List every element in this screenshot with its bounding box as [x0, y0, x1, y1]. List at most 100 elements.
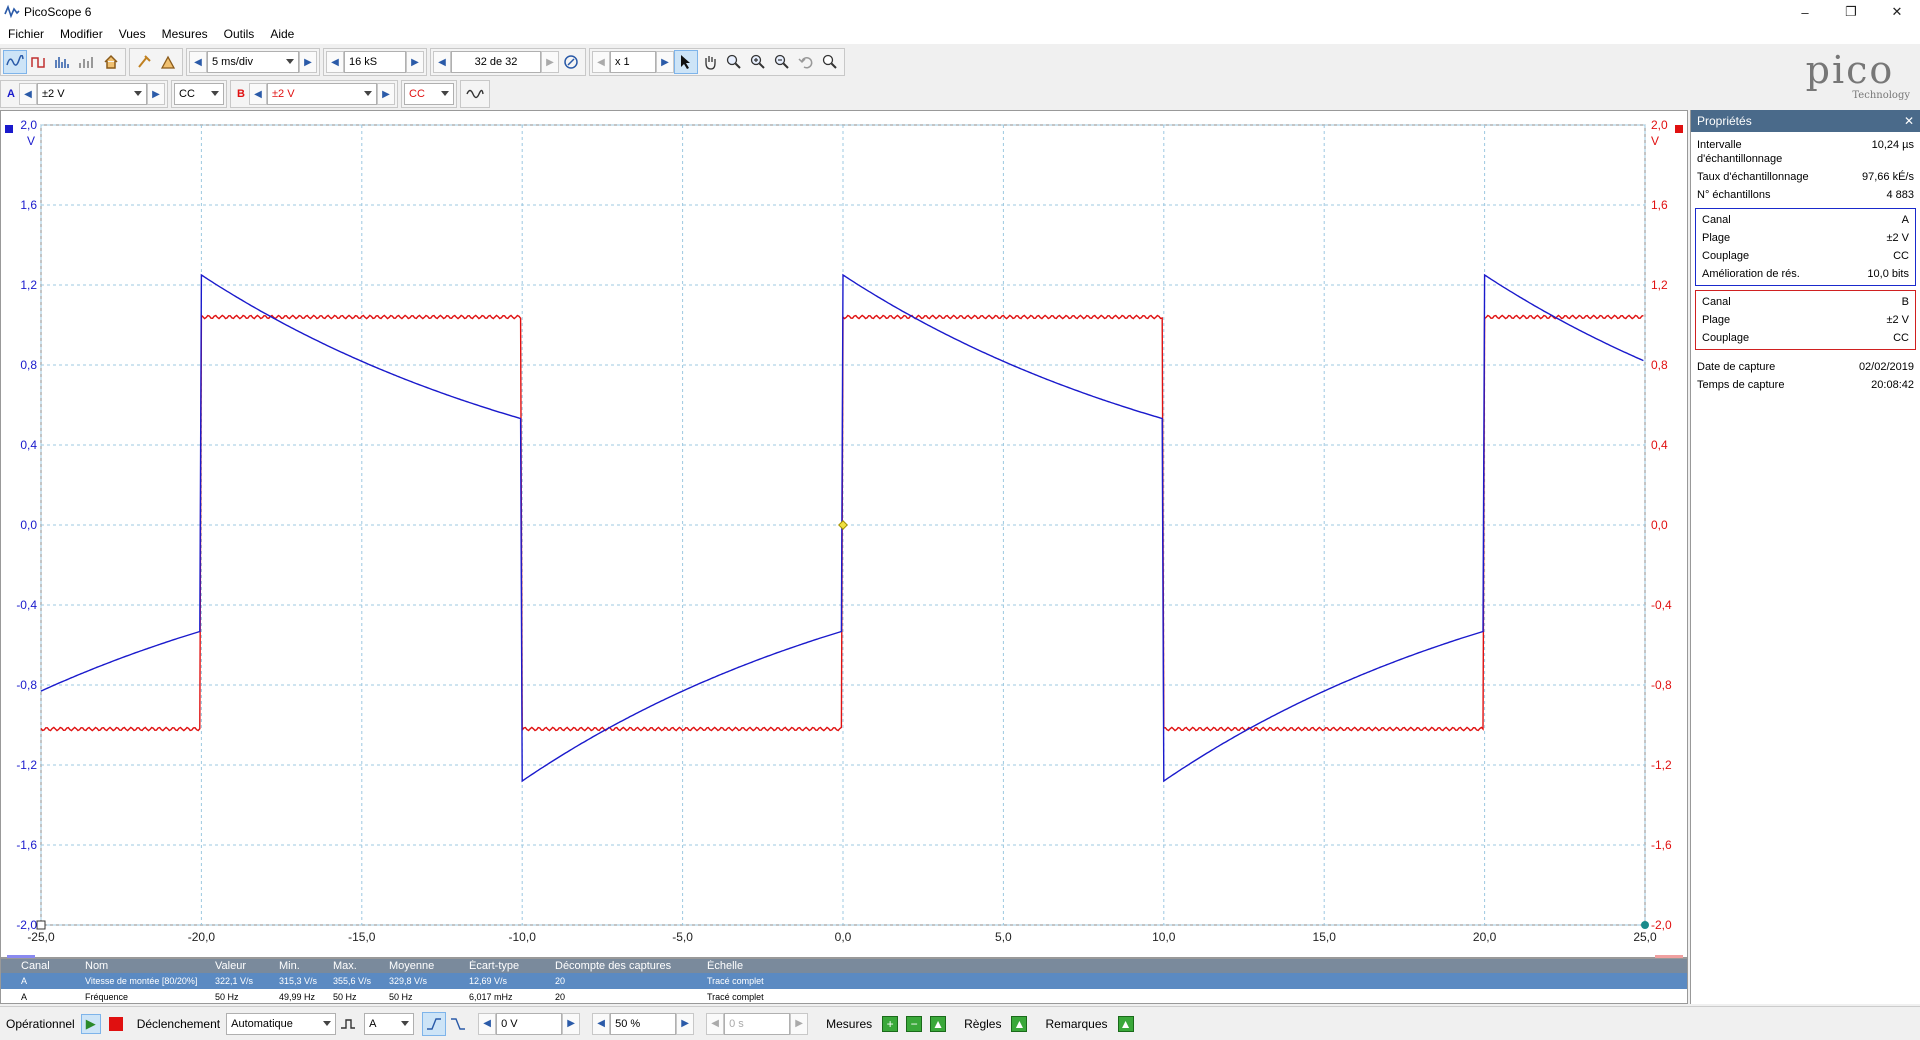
samples-field[interactable]: 16 kS [344, 51, 406, 73]
add-measurement-icon[interactable]: + [882, 1015, 899, 1032]
prop-row: Couplage CC [1702, 250, 1909, 262]
timebase-select[interactable]: 5 ms/div [207, 51, 299, 73]
prop-row: Intervalle d'échantillonnage 10,24 µs [1697, 139, 1914, 165]
notes-icon[interactable]: ▲ [1117, 1015, 1134, 1032]
auto-setup-icon[interactable] [156, 50, 180, 74]
menu-modifier[interactable]: Modifier [52, 27, 111, 41]
chevron-down-icon [323, 1020, 332, 1026]
y-tick-label-right: -2,0 [1651, 918, 1672, 932]
pretrigger-next-button[interactable]: ▶ [676, 1012, 695, 1035]
menu-fichier[interactable]: Fichier [0, 27, 52, 41]
channel-a-range-prev[interactable]: ◀ [19, 83, 37, 105]
hand-tool-icon[interactable] [698, 50, 722, 74]
channel-a-group: A ◀ ±2 V ▶ [0, 80, 168, 108]
menu-vues[interactable]: Vues [111, 27, 154, 41]
signal-generator-icon[interactable] [463, 82, 487, 106]
trigger-mode-select[interactable]: Automatique [226, 1012, 337, 1035]
menu-outils[interactable]: Outils [216, 27, 263, 41]
samples-group: ◀ 16 kS ▶ [323, 48, 427, 76]
stop-icon[interactable] [108, 1016, 123, 1031]
timebase-prev-button[interactable]: ◀ [189, 51, 207, 73]
buffer-overview-icon[interactable] [559, 50, 583, 74]
restore-button[interactable]: ❐ [1828, 0, 1874, 24]
zoom-out-icon[interactable] [770, 50, 794, 74]
status-bar: Opérationnel ▶ Déclenchement Automatique… [0, 1006, 1920, 1040]
x-tick-label: 0,0 [835, 930, 852, 944]
close-button[interactable]: ✕ [1874, 0, 1920, 24]
menu-aide[interactable]: Aide [262, 27, 302, 41]
channel-a-coupling-select[interactable]: CC [174, 83, 224, 105]
x-tick-label: -15,0 [348, 930, 376, 944]
remove-measurement-icon[interactable]: − [906, 1015, 923, 1032]
pretrigger-prev-button[interactable]: ◀ [592, 1012, 611, 1035]
advanced-trigger-icon[interactable] [336, 1012, 360, 1036]
channel-a-label[interactable]: A [3, 83, 19, 105]
mode-group [0, 48, 126, 76]
channel-b-label[interactable]: B [233, 83, 249, 105]
channel-b-range-next[interactable]: ▶ [377, 83, 395, 105]
probe-icon[interactable] [132, 50, 156, 74]
channel-a-range-next[interactable]: ▶ [147, 83, 165, 105]
y-tick-label-right: -0,8 [1651, 678, 1672, 692]
oscilloscope-chart[interactable]: -25,0 -20,0 -15,0 -10,0 -5,0 0,0 5,0 10,0 15,0 20… [1, 111, 1689, 959]
play-icon[interactable]: ▶ [80, 1013, 101, 1034]
channel-a-properties: Canal A Plage ±2 V Couplage CC Amélioration… [1695, 208, 1916, 286]
trigger-channel-select[interactable]: A [364, 1012, 415, 1035]
persistence-mode-icon[interactable] [27, 50, 51, 74]
y-tick-label-left: -1,6 [16, 838, 37, 852]
minimize-button[interactable]: – [1782, 0, 1828, 24]
trigger-channel-value: A [369, 1017, 377, 1030]
home-icon[interactable] [99, 50, 123, 74]
x-tick-label: -10,0 [509, 930, 537, 944]
channel-a-range-select[interactable]: ±2 V [37, 83, 147, 105]
samples-prev-button[interactable]: ◀ [326, 51, 344, 73]
delay-field[interactable]: 0 s [724, 1012, 791, 1035]
threshold-prev-button[interactable]: ◀ [478, 1012, 497, 1035]
spectrum-mode-icon[interactable] [51, 50, 75, 74]
zoom-group: ◀ x 1 ▶ [589, 48, 845, 76]
table-row[interactable]: A Fréquence 50 Hz 49,99 Hz 50 Hz 50 Hz 6… [1, 989, 1687, 1005]
channel-b-range-prev[interactable]: ◀ [249, 83, 267, 105]
menu-mesures[interactable]: Mesures [154, 27, 216, 41]
falling-edge-icon[interactable] [446, 1012, 470, 1036]
capture-next-button[interactable]: ▶ [541, 51, 559, 73]
pretrigger-field[interactable]: 50 % [610, 1012, 677, 1035]
rules-icon[interactable]: ▲ [1011, 1015, 1028, 1032]
channel-a-coupling-group: CC [171, 80, 227, 108]
samples-next-button[interactable]: ▶ [406, 51, 424, 73]
undo-zoom-icon[interactable] [794, 50, 818, 74]
properties-close-icon[interactable]: ✕ [1904, 114, 1914, 128]
timebase-next-button[interactable]: ▶ [299, 51, 317, 73]
zoom-overview-icon[interactable] [818, 50, 842, 74]
bar-chart-icon[interactable] [75, 50, 99, 74]
zoom-field[interactable]: x 1 [610, 51, 656, 73]
ruler-handle [1641, 921, 1649, 929]
rising-edge-icon[interactable] [422, 1011, 447, 1036]
prop-row: N° échantillons 4 883 [1697, 189, 1914, 201]
signal-generator-group [460, 80, 490, 108]
capture-index-field[interactable]: 32 de 32 [451, 51, 541, 73]
scope-view[interactable]: -25,0 -20,0 -15,0 -10,0 -5,0 0,0 5,0 10,0 15,0 20… [0, 110, 1689, 959]
channel-b-coupling-select[interactable]: CC [404, 83, 454, 105]
pointer-tool-icon[interactable] [674, 50, 698, 74]
channel-b-range-select[interactable]: ±2 V [267, 83, 377, 105]
zoom-in-icon[interactable] [746, 50, 770, 74]
threshold-next-button[interactable]: ▶ [562, 1012, 581, 1035]
x-tick-label: 10,0 [1152, 930, 1176, 944]
zoom-box-icon[interactable] [722, 50, 746, 74]
threshold-field[interactable]: 0 V [496, 1012, 563, 1035]
zoom-prev-button[interactable]: ◀ [592, 51, 610, 73]
prop-row: Taux d'échantillonnage 97,66 kÉ/s [1697, 171, 1914, 183]
delay-prev-button[interactable]: ◀ [706, 1012, 725, 1035]
scope-mode-icon[interactable] [3, 50, 27, 74]
table-row[interactable]: A Vitesse de montée [80/20%] 322,1 V/s 3… [1, 973, 1687, 989]
window-title: PicoScope 6 [24, 5, 92, 19]
properties-general: Intervalle d'échantillonnage 10,24 µs Tau… [1691, 132, 1920, 204]
y-tick-label-right: -0,4 [1651, 598, 1672, 612]
edit-measurement-icon[interactable]: ▲ [930, 1015, 947, 1032]
delay-next-button[interactable]: ▶ [790, 1012, 809, 1035]
notes-label: Remarques [1045, 1016, 1108, 1031]
capture-prev-button[interactable]: ◀ [433, 51, 451, 73]
zoom-next-button[interactable]: ▶ [656, 51, 674, 73]
prop-row: Plage ±2 V [1702, 232, 1909, 244]
